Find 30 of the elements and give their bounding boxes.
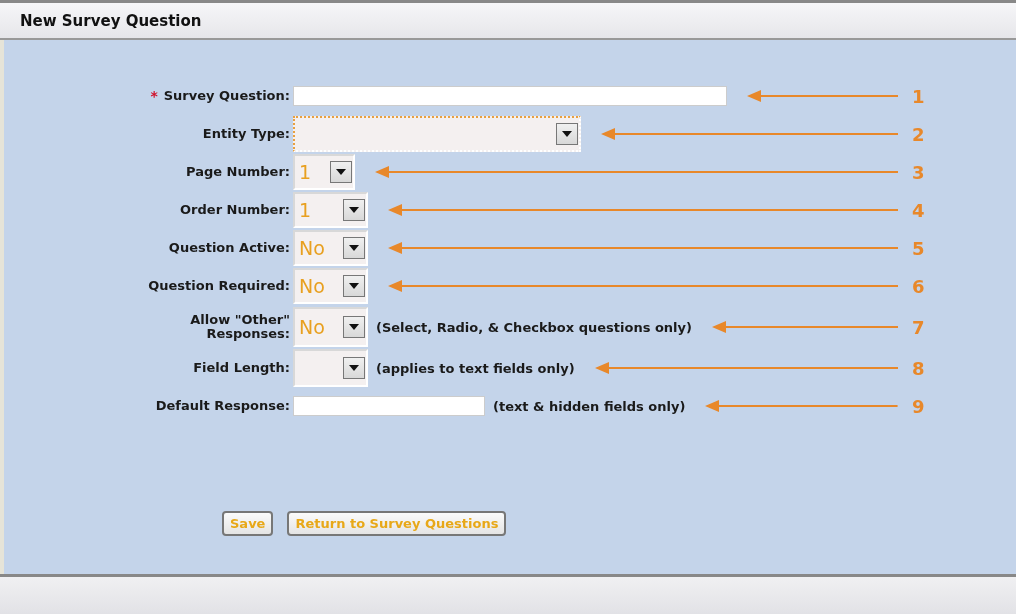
field-label: Survey Question: [163,88,290,104]
page-title: New Survey Question [20,11,202,30]
dropdown[interactable]: No [293,307,368,347]
save-button[interactable]: Save [222,511,274,536]
field-label: Entity Type: [202,126,290,142]
field-label: Page Number: [186,164,290,180]
callout-number: 8 [912,357,926,379]
field-note: (text & hidden fields only) [493,398,686,414]
field-label: Order Number: [180,202,290,218]
dropdown[interactable]: No [293,230,368,266]
dropdown[interactable]: No [293,268,368,304]
callout-number: 1 [912,85,926,107]
field-label: Question Active: [168,240,290,256]
callout-number: 4 [912,199,926,221]
callout-number: 5 [912,237,926,259]
field-note: (Select, Radio, & Checkbox questions only) [376,319,692,335]
field-note: (applies to text fields only) [376,360,575,376]
dropdown[interactable]: 1 [293,192,368,228]
callout-number: 2 [912,123,926,145]
dropdown[interactable]: 1 [293,154,355,190]
callout-number: 7 [912,316,926,338]
required-asterisk: * [150,88,158,104]
callout-number: 6 [912,275,926,297]
field-label: Default Response: [155,398,290,414]
field-label: Question Required: [148,278,290,294]
callout-number: 9 [912,395,926,417]
field-label: Field Length: [193,360,290,376]
field-label: Allow "Other" Responses: [189,312,290,342]
return-button[interactable]: Return to Survey Questions [287,511,507,536]
callout-number: 3 [912,161,926,183]
